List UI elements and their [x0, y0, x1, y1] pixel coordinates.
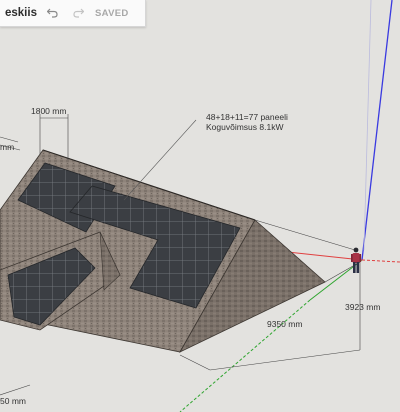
redo-icon[interactable]: [69, 3, 89, 23]
dimension-left-top: mm: [0, 142, 14, 152]
annotation-leader: [123, 119, 197, 201]
document-title[interactable]: eskiis: [5, 7, 37, 19]
scale-figure[interactable]: [351, 247, 362, 273]
dimension-height: 3923 mm: [345, 302, 380, 312]
dimension-bottom-left: 50 mm: [0, 396, 26, 406]
save-status: SAVED: [94, 7, 129, 19]
annotation-line2: Koguvõimsus 8.1kW: [206, 122, 283, 132]
annotation-line1: 48+18+11=77 paneeli: [206, 112, 288, 122]
document-toolbar: eskiis SAVED: [0, 0, 146, 27]
blue-axis: [361, 0, 393, 261]
dimension-length: 9350 mm: [267, 319, 302, 329]
undo-icon[interactable]: [43, 3, 63, 23]
dimension-top: 1800 mm: [31, 106, 66, 116]
3d-viewport[interactable]: 1800 mm mm 48+18+11=77 paneeli Koguvõims…: [0, 0, 400, 412]
red-axis-dashed: [361, 259, 400, 263]
